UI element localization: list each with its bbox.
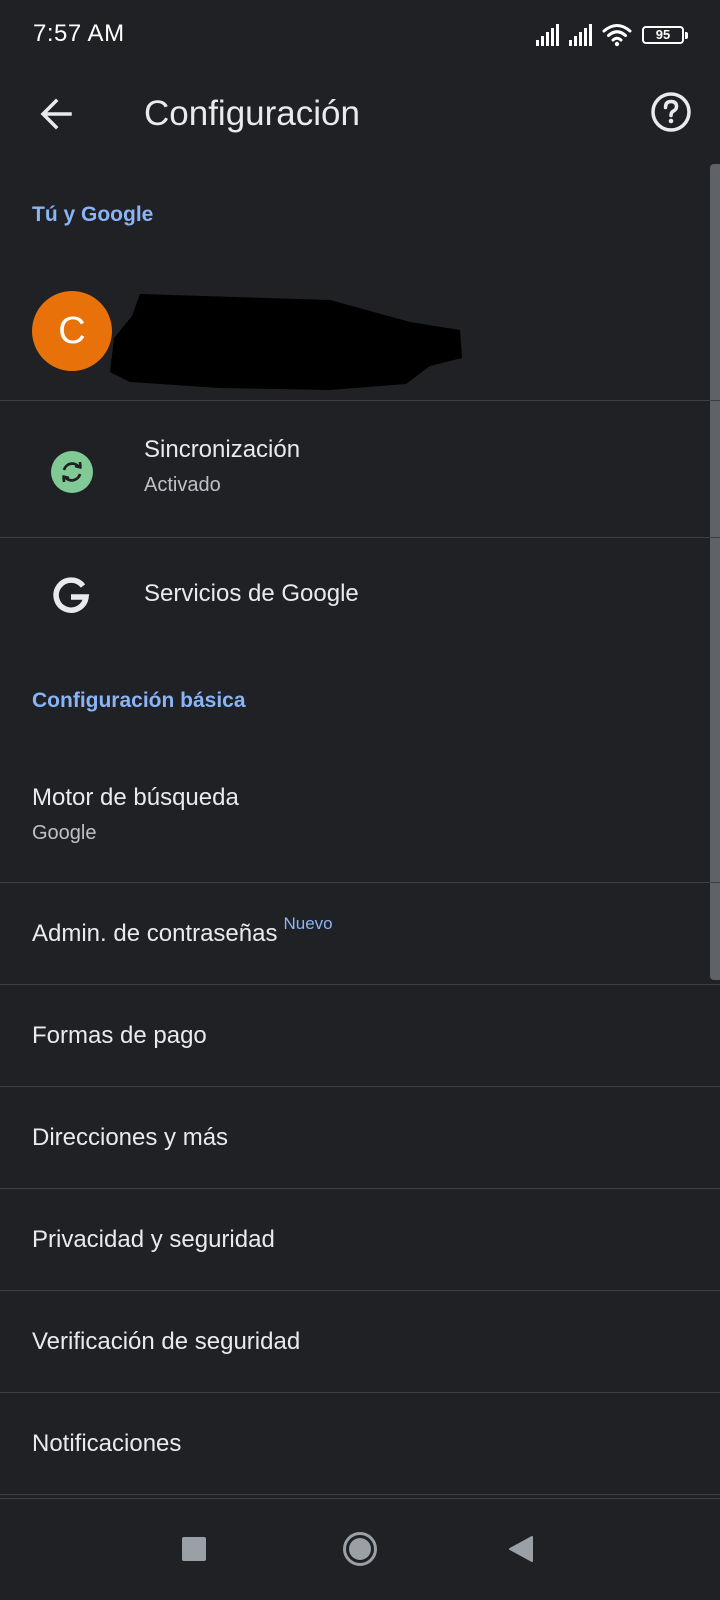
sync-row[interactable]	[0, 401, 710, 537]
search-engine-row[interactable]	[0, 748, 710, 882]
search-engine-title: Motor de búsqueda	[32, 784, 239, 811]
list-item-label: Formas de pago	[32, 1022, 207, 1049]
avatar[interactable]: C	[32, 291, 112, 371]
signal-icon	[569, 24, 592, 46]
status-time: 7:57 AM	[33, 20, 125, 47]
list-item-label: Verificación de seguridad	[32, 1328, 301, 1355]
sync-subtitle: Activado	[144, 474, 221, 496]
google-services-title: Servicios de Google	[144, 580, 359, 607]
new-badge: Nuevo	[283, 914, 333, 933]
list-item-label: Notificaciones	[32, 1430, 182, 1457]
list-item-label: Privacidad y seguridad	[32, 1226, 275, 1253]
google-g-icon	[53, 577, 90, 613]
password-manager-label: Admin. de contraseñas	[32, 920, 278, 947]
redacted-account-name	[110, 294, 462, 390]
section-header-you-and-google: Tú y Google	[32, 203, 154, 226]
app-bar: Configuración	[0, 70, 720, 182]
settings-screen: 7:57 AM 95 Configuración Tú y Google C S…	[0, 0, 720, 1600]
list-item-label: Direcciones y más	[32, 1124, 229, 1151]
battery-icon: 95	[642, 26, 688, 44]
home-circle-icon[interactable]	[342, 1531, 378, 1567]
back-triangle-icon[interactable]	[508, 1535, 534, 1563]
status-bar: 7:57 AM 95	[0, 0, 720, 70]
divider	[0, 1494, 720, 1495]
recents-square-icon[interactable]	[182, 1537, 206, 1561]
sync-icon	[51, 451, 93, 493]
arrow-back-icon[interactable]	[32, 90, 80, 138]
wifi-icon	[602, 24, 632, 47]
system-nav-bar	[0, 1498, 720, 1600]
section-header-basic: Configuración básica	[32, 689, 246, 712]
sync-title: Sincronización	[144, 436, 301, 463]
help-icon[interactable]	[647, 88, 695, 136]
scrollbar[interactable]	[710, 164, 720, 980]
status-icons: 95	[536, 22, 688, 48]
password-manager-title: Admin. de contraseñas Nuevo	[32, 914, 333, 948]
page-title: Configuración	[144, 94, 360, 133]
signal-icon	[536, 24, 559, 46]
search-engine-subtitle: Google	[32, 822, 97, 844]
